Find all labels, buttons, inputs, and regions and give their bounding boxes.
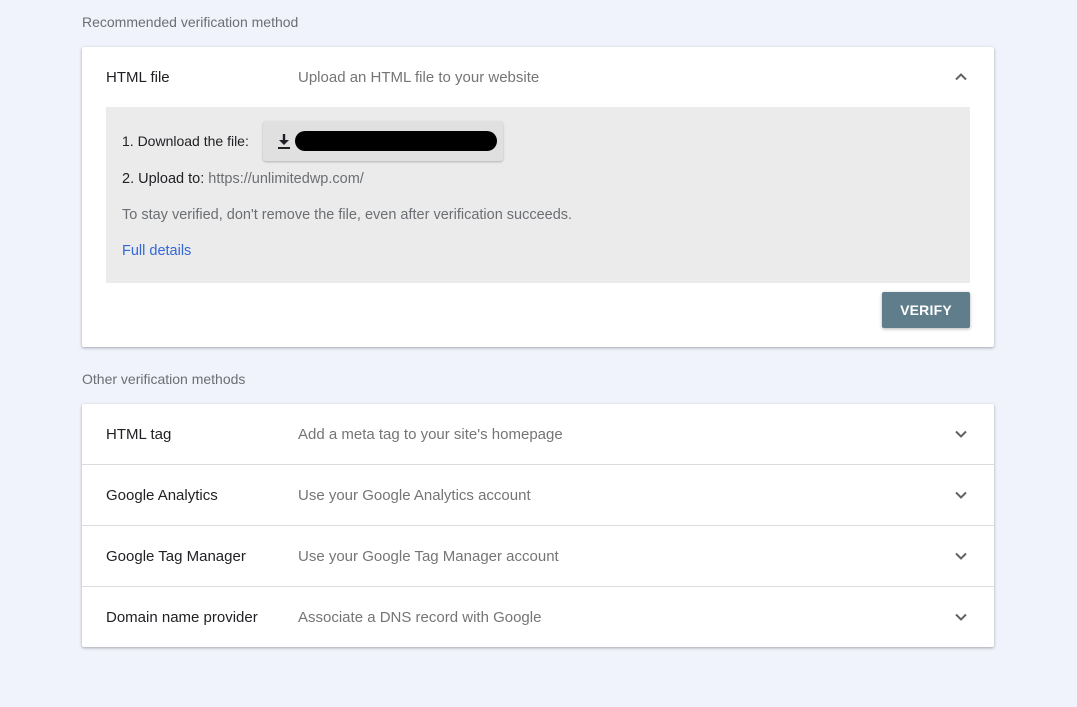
html-file-title: HTML file	[106, 68, 170, 86]
upload-step-label: 2. Upload to:	[122, 171, 205, 187]
method-description: Use your Google Tag Manager account	[298, 547, 559, 565]
method-row-google-tag-manager[interactable]: Google Tag Manager Use your Google Tag M…	[82, 526, 994, 586]
method-row-html-tag[interactable]: HTML tag Add a meta tag to your site's h…	[82, 404, 994, 464]
recommended-section-label: Recommended verification method	[82, 14, 299, 30]
method-row-google-analytics[interactable]: Google Analytics Use your Google Analyti…	[82, 465, 994, 525]
stay-verified-note: To stay verified, don't remove the file,…	[122, 207, 573, 223]
method-description: Add a meta tag to your site's homepage	[298, 425, 563, 443]
method-description: Associate a DNS record with Google	[298, 608, 542, 626]
download-step: 1. Download the file:	[122, 121, 503, 161]
upload-url: https://unlimitedwp.com/	[208, 171, 364, 187]
chevron-down-icon[interactable]	[954, 549, 968, 563]
chevron-down-icon[interactable]	[954, 488, 968, 502]
method-title: Domain name provider	[106, 608, 258, 626]
method-title: Google Analytics	[106, 486, 218, 504]
upload-step: 2. Upload to: https://unlimitedwp.com/	[122, 171, 364, 187]
download-step-label: 1. Download the file:	[122, 133, 249, 149]
download-icon	[275, 132, 293, 150]
chevron-down-icon[interactable]	[954, 427, 968, 441]
other-methods-card: HTML tag Add a meta tag to your site's h…	[82, 404, 994, 647]
verify-button[interactable]: VERIFY	[882, 292, 970, 328]
method-row-domain-name-provider[interactable]: Domain name provider Associate a DNS rec…	[82, 587, 994, 647]
method-title: Google Tag Manager	[106, 547, 246, 565]
html-file-row-header[interactable]: HTML file Upload an HTML file to your we…	[82, 47, 994, 107]
recommended-method-card: HTML file Upload an HTML file to your we…	[82, 47, 994, 347]
redacted-filename	[294, 131, 497, 151]
method-title: HTML tag	[106, 425, 172, 443]
chevron-down-icon[interactable]	[954, 610, 968, 624]
chevron-up-icon[interactable]	[954, 70, 968, 84]
html-file-description: Upload an HTML file to your website	[298, 68, 540, 86]
html-file-instructions-panel: 1. Download the file: 2. Upload to: http…	[106, 107, 970, 283]
full-details-link[interactable]: Full details	[122, 243, 191, 259]
verify-button-bar: VERIFY	[82, 283, 994, 347]
other-section-label: Other verification methods	[82, 371, 246, 387]
download-file-button[interactable]	[262, 121, 503, 161]
method-description: Use your Google Analytics account	[298, 486, 531, 504]
